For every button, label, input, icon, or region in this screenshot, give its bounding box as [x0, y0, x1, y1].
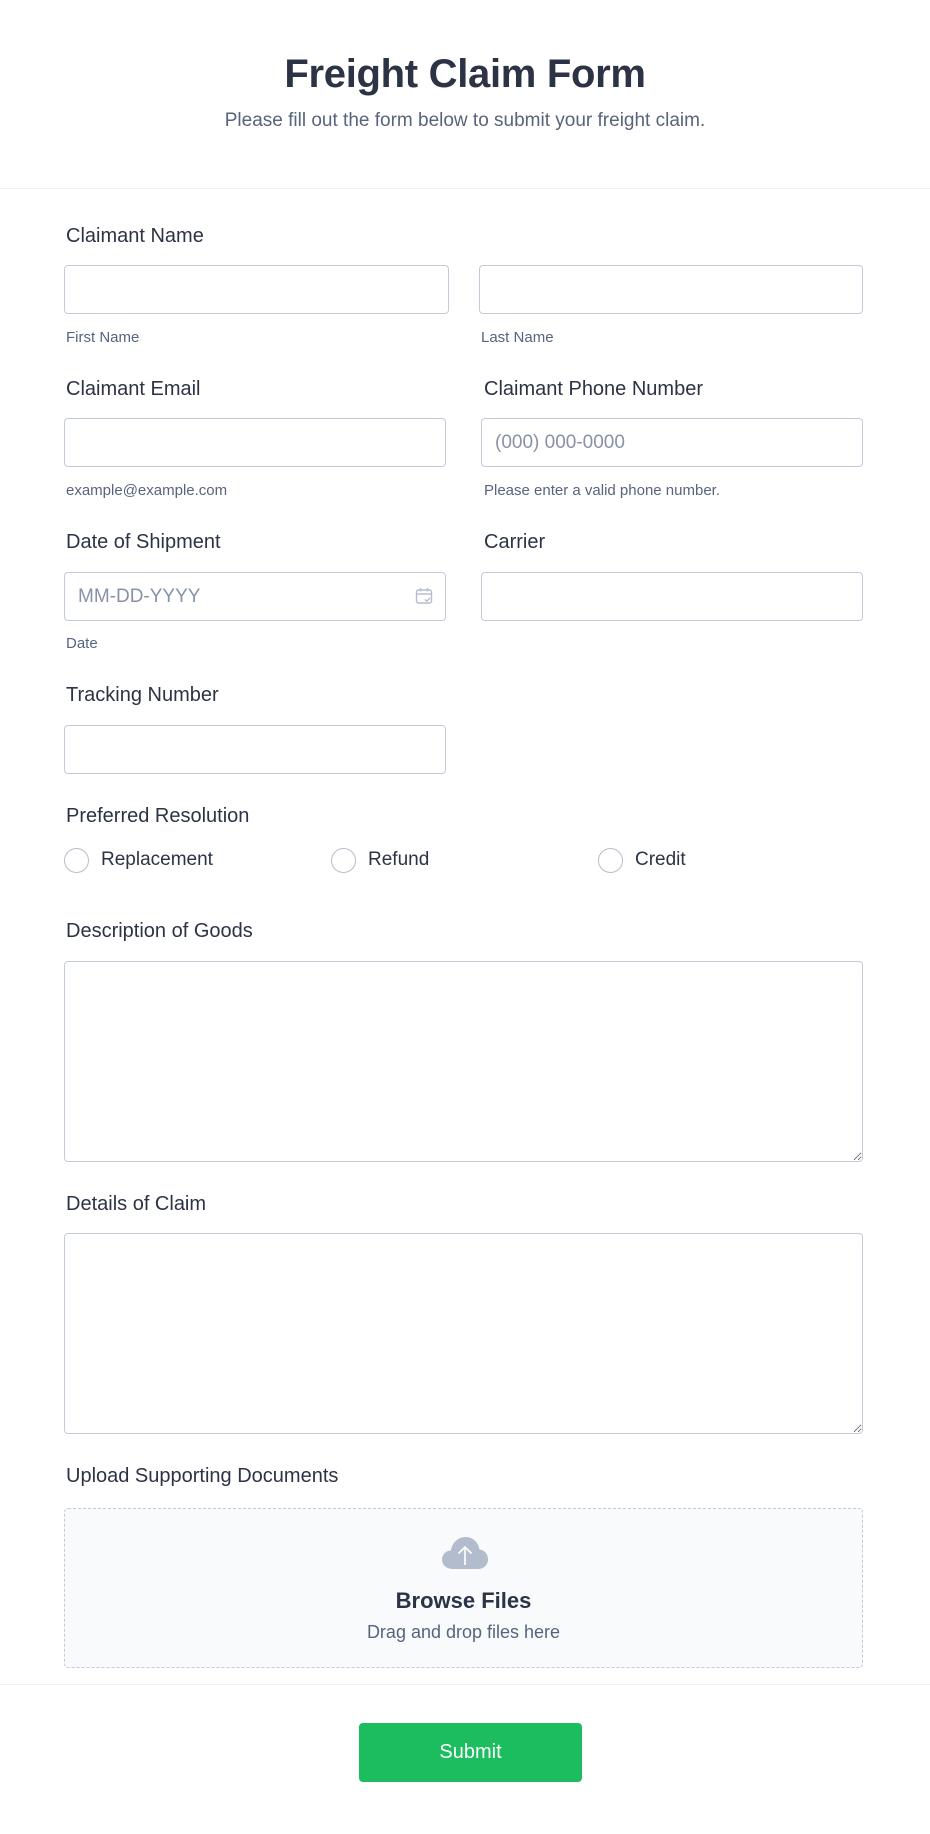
details-textarea[interactable] — [64, 1233, 863, 1434]
radio-label: Refund — [368, 849, 430, 870]
details-label: Details of Claim — [66, 1193, 207, 1215]
radio-refund[interactable]: Refund — [331, 847, 429, 873]
claimant-name-label: Claimant Name — [66, 225, 204, 247]
drag-drop-text: Drag and drop files here — [366, 1622, 561, 1642]
date-input[interactable] — [64, 572, 446, 621]
email-label: Claimant Email — [66, 378, 201, 400]
date-field — [64, 572, 446, 621]
radio-replacement[interactable]: Replacement — [64, 847, 213, 873]
tracking-input[interactable] — [64, 725, 446, 774]
submit-button[interactable]: Submit — [359, 1723, 582, 1782]
phone-input[interactable] — [481, 418, 863, 467]
radio-button[interactable] — [598, 847, 623, 873]
radio-credit[interactable]: Credit — [598, 847, 686, 873]
radio-label: Credit — [635, 849, 686, 870]
cloud-upload-icon — [441, 1535, 489, 1571]
first-name-sublabel: First Name — [66, 329, 140, 346]
last-name-input[interactable] — [479, 265, 863, 314]
phone-sublabel: Please enter a valid phone number. — [484, 482, 720, 499]
email-input[interactable] — [64, 418, 446, 467]
browse-files-button[interactable]: Browse Files — [65, 1588, 862, 1614]
email-sublabel: example@example.com — [66, 482, 228, 499]
phone-label: Claimant Phone Number — [484, 378, 703, 400]
header-divider — [0, 188, 930, 189]
description-textarea[interactable] — [64, 961, 863, 1162]
radio-button[interactable] — [331, 847, 356, 873]
tracking-label: Tracking Number — [66, 684, 219, 706]
radio-button[interactable] — [64, 847, 89, 873]
carrier-label: Carrier — [484, 531, 546, 553]
radio-label: Replacement — [101, 849, 213, 870]
carrier-input[interactable] — [481, 572, 863, 621]
form-subtitle: Please fill out the form below to submit… — [224, 110, 706, 131]
file-dropzone[interactable]: Browse Files Drag and drop files here — [64, 1508, 863, 1668]
last-name-sublabel: Last Name — [481, 329, 554, 346]
upload-label: Upload Supporting Documents — [66, 1465, 339, 1487]
resolution-label: Preferred Resolution — [66, 805, 250, 827]
date-sublabel: Date — [66, 635, 98, 652]
footer-divider — [0, 1684, 930, 1685]
first-name-input[interactable] — [64, 265, 449, 314]
calendar-icon[interactable] — [414, 586, 434, 606]
description-label: Description of Goods — [66, 920, 253, 942]
date-label: Date of Shipment — [66, 531, 221, 553]
form-title: Freight Claim Form — [284, 52, 646, 96]
